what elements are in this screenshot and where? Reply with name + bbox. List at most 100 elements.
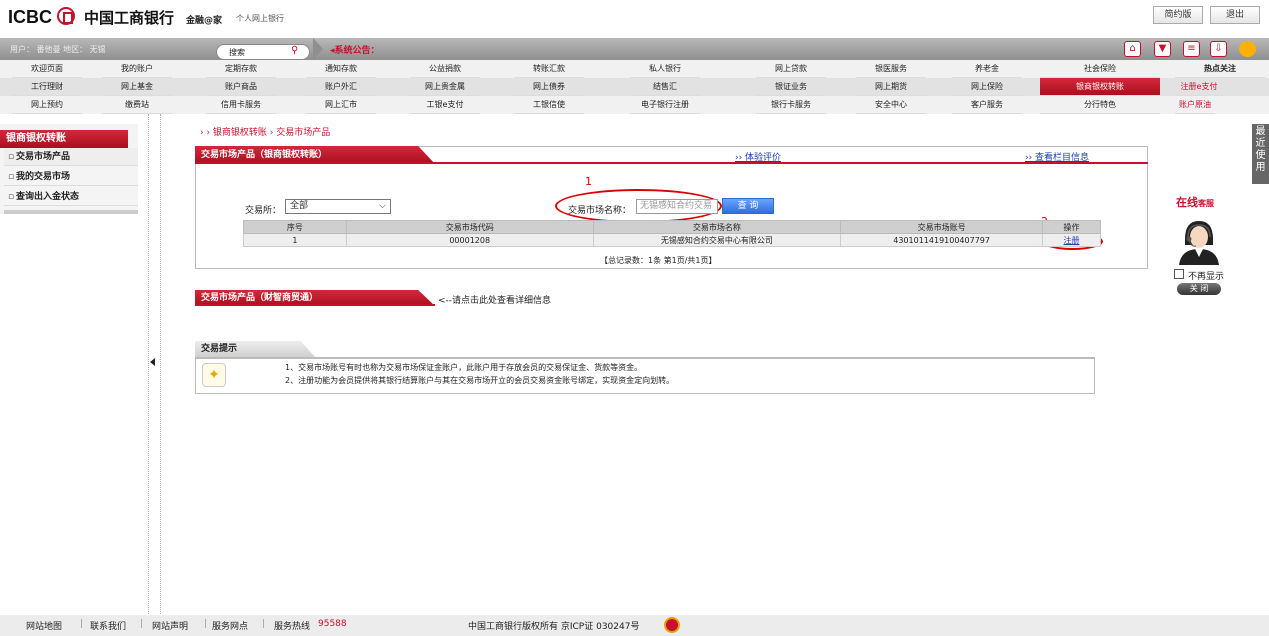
sidebar-title: 银商银权转账	[0, 130, 128, 148]
nav-item[interactable]: 电子银行注册	[630, 96, 700, 114]
hot-link[interactable]: 注册e支付	[1175, 78, 1223, 96]
breadcrumb[interactable]: › › 银商银权转账 › 交易市场产品	[200, 125, 330, 138]
column-info-link[interactable]: ›› 查看栏目信息	[1025, 150, 1089, 163]
nav-row: 网上预约 缴费站 信用卡服务 网上汇市 工银e支付 工银信使 电子银行注册 银行…	[0, 96, 1269, 114]
recently-used-tab[interactable]: 最近使用	[1252, 124, 1269, 184]
nav-item[interactable]: 网上基金	[102, 78, 172, 96]
police-badge-icon[interactable]	[664, 617, 680, 633]
nav-item[interactable]: 网上期货	[856, 78, 926, 96]
hot-title: 热点关注	[1175, 60, 1265, 78]
nav-item[interactable]: 结售汇	[630, 78, 700, 96]
cell-market-code: 00001208	[345, 233, 594, 247]
market-name-label: 交易市场名称：	[568, 206, 632, 216]
hot-link[interactable]: 账户原油	[1175, 96, 1215, 114]
nav-item[interactable]: 账户商品	[206, 78, 276, 96]
service-agent-avatar[interactable]	[1171, 211, 1227, 265]
query-button[interactable]: 查 询	[722, 198, 774, 214]
nav-item[interactable]: 安全中心	[856, 96, 926, 114]
table-row: 1 00001208 无锡感知合约交易中心有限公司 43010114191004…	[243, 233, 1101, 247]
simple-version-button[interactable]: 简约版	[1153, 6, 1203, 24]
nav-item[interactable]: 工银信使	[514, 96, 584, 114]
search-input[interactable]: 搜索 ⚲	[216, 44, 310, 60]
market-name-input[interactable]: 无锡感知合约交易	[636, 199, 718, 214]
exchange-select-value: 全部	[290, 201, 309, 211]
sidebar-item-label: 交易市场产品	[16, 152, 71, 162]
trial-review-link[interactable]: ›› 体验评价	[735, 150, 781, 163]
nav-item[interactable]: 养老金	[952, 60, 1022, 78]
close-chat-button[interactable]: 关 闭	[1177, 283, 1221, 295]
nav-item[interactable]: 银行卡服务	[756, 96, 826, 114]
nav-item[interactable]: 缴费站	[102, 96, 172, 114]
user-info: 用户： 番他曼 地区： 无锡	[10, 45, 106, 54]
nav-item[interactable]: 欢迎页面	[12, 60, 82, 78]
nav-item[interactable]: 客户服务	[952, 96, 1022, 114]
bullet-icon: ▫	[8, 152, 15, 162]
sidebar-item-my-markets[interactable]: ▫ 我的交易市场	[4, 168, 138, 186]
search-placeholder: 搜索	[229, 48, 245, 57]
sidebar-divider	[4, 210, 138, 214]
sidebar-item-label: 查询出入金状态	[16, 192, 80, 202]
nav-item[interactable]: 我的账户	[102, 60, 172, 78]
nav-item[interactable]: 公益捐款	[410, 60, 480, 78]
nav-item[interactable]: 工行理财	[12, 78, 82, 96]
cart-icon[interactable]: ▼	[1154, 41, 1171, 57]
cell-action: 注册	[1042, 233, 1101, 247]
footer-link[interactable]: 网站地图	[26, 619, 62, 632]
nav-item[interactable]: 私人银行	[630, 60, 700, 78]
logo-subtitle: 个人网上银行	[236, 14, 284, 23]
nav-item[interactable]: 网上预约	[12, 96, 82, 114]
download-icon[interactable]: ⇩	[1210, 41, 1227, 57]
nav-item[interactable]: 网上汇市	[306, 96, 376, 114]
logout-button[interactable]: 退出	[1210, 6, 1260, 24]
col-header: 交易市场名称	[592, 220, 842, 234]
col-header: 交易市场账号	[840, 220, 1044, 234]
calc-icon[interactable]: ≡	[1183, 41, 1200, 57]
online-service-title[interactable]: 在线客服	[1176, 194, 1214, 210]
nav-item[interactable]: 社会保险	[1040, 60, 1160, 78]
footer-hotline-label: 服务热线	[274, 622, 311, 632]
cell-market-account: 4301011419100407797	[840, 233, 1044, 247]
nav-item[interactable]: 账户外汇	[306, 78, 376, 96]
nav-row: 欢迎页面 我的账户 定期存款 通知存款 公益捐款 转账汇款 私人银行 网上贷款 …	[0, 60, 1269, 78]
bullet-icon: ▫	[8, 172, 15, 182]
sidebar-item-market-products[interactable]: ▫ 交易市场产品	[4, 148, 138, 166]
exchange-select[interactable]: 全部 ⌵	[285, 199, 391, 214]
system-notice[interactable]: ◂系统公告：	[330, 43, 380, 56]
agent-illustration-icon	[1179, 221, 1219, 265]
nav-item[interactable]: 网上债券	[514, 78, 584, 96]
notice-arrow	[313, 38, 323, 60]
nav-item[interactable]: 银医服务	[856, 60, 926, 78]
nav-item[interactable]: 信用卡服务	[206, 96, 276, 114]
footer-link[interactable]: 服务网点	[212, 619, 248, 632]
nav-item-active[interactable]: 银商银权转账	[1040, 78, 1160, 96]
dont-show-checkbox[interactable]	[1174, 269, 1184, 279]
nav-item[interactable]: 银证业务	[756, 78, 826, 96]
online-service-main: 在线	[1176, 196, 1198, 209]
nav-item[interactable]: 转账汇款	[514, 60, 584, 78]
panel2-divider	[195, 304, 435, 306]
footer-link[interactable]: 网站声明	[152, 619, 188, 632]
nav-item[interactable]: 网上保险	[952, 78, 1022, 96]
home-icon[interactable]: ⌂	[1124, 41, 1141, 57]
footer-separator: |	[80, 619, 84, 629]
service-icon[interactable]	[1239, 41, 1256, 57]
register-link[interactable]: 注册	[1064, 236, 1080, 245]
header: ICBC 中国工商银行 金融@家 个人网上银行 简约版 退出	[0, 0, 1269, 36]
collapse-arrow-icon[interactable]	[150, 358, 155, 366]
footer-hotline: 95588	[318, 619, 347, 629]
nav-item[interactable]: 工银e支付	[410, 96, 480, 114]
footer-separator: |	[262, 619, 266, 629]
nav-item[interactable]: 网上贷款	[756, 60, 826, 78]
search-icon[interactable]: ⚲	[291, 45, 298, 56]
cell-index: 1	[243, 233, 347, 247]
nav-item[interactable]: 定期存款	[206, 60, 276, 78]
tip-line: 1、交易市场账号有时也称为交易市场保证金账户，此账户用于存放会员的交易保证金、货…	[285, 363, 643, 372]
cell-market-name: 无锡感知合约交易中心有限公司	[592, 233, 842, 247]
col-header: 操作	[1042, 220, 1101, 234]
nav-item[interactable]: 分行特色	[1040, 96, 1160, 114]
nav-item[interactable]: 网上贵金属	[410, 78, 480, 96]
logo-cn: 中国工商银行	[84, 9, 175, 27]
nav-item[interactable]: 通知存款	[306, 60, 376, 78]
footer-link[interactable]: 联系我们	[90, 619, 126, 632]
sidebar-item-fund-status[interactable]: ▫ 查询出入金状态	[4, 188, 138, 206]
